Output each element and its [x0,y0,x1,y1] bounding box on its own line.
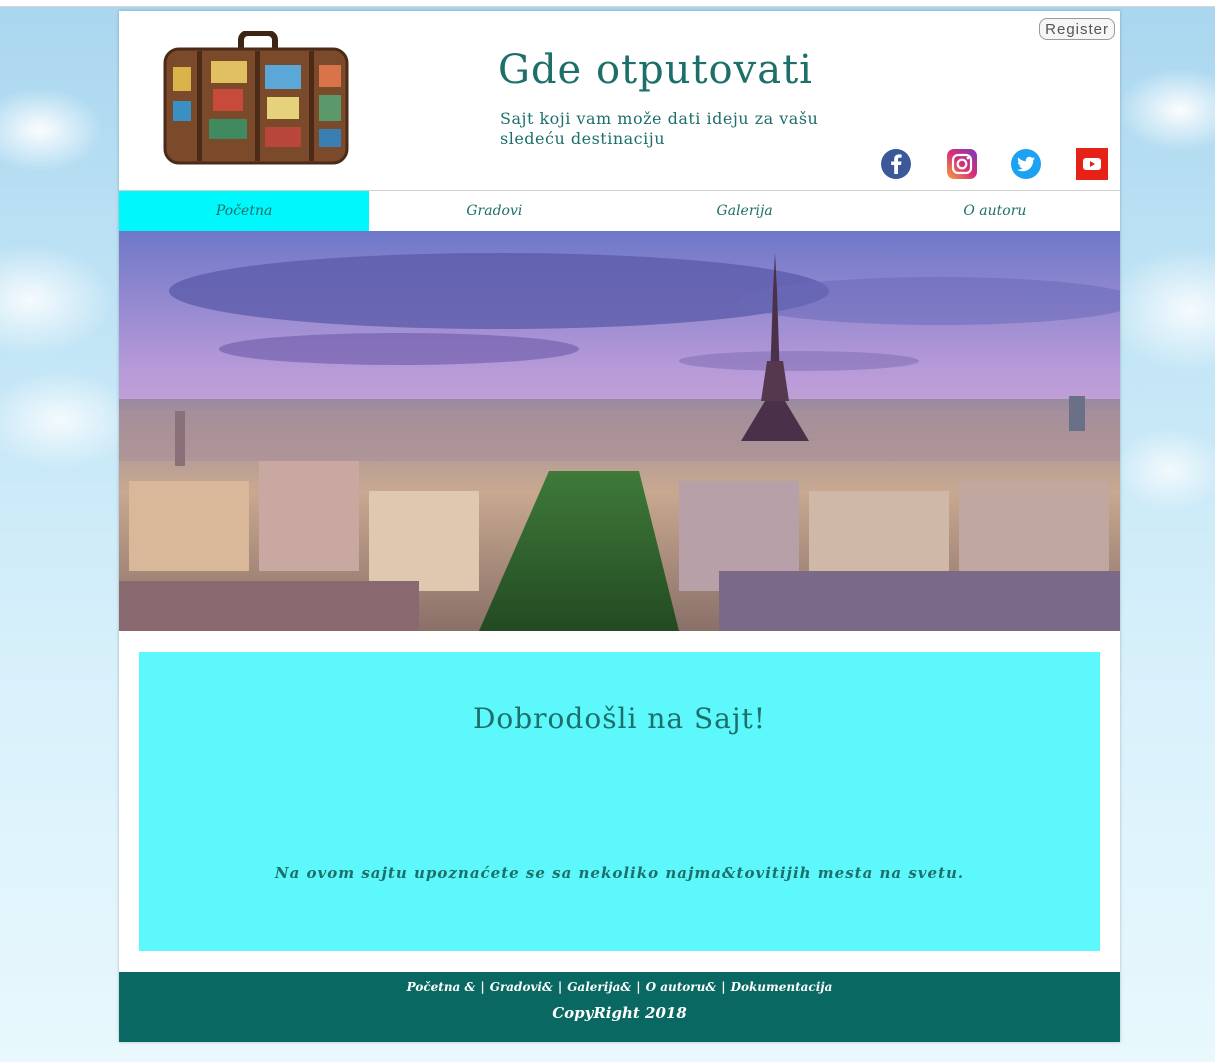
facebook-link[interactable] [879,147,913,181]
footer-links: Početna & | Gradovi& | Galerija& | O autoru& | D… [119,980,1120,994]
footer-link-dokumentacija[interactable]: Dokumentacija [731,980,833,994]
footer-separator: | [721,980,726,994]
instagram-link[interactable] [945,147,979,181]
site-title: Gde otputovati [498,47,813,93]
site-header: Register Gde otputovati Sajt koji vam mo… [119,11,1120,190]
welcome-box: Dobrodošli na Sajt! Na ovom sajtu upozna… [139,652,1100,951]
nav-item-pocetna[interactable]: Početna [119,191,370,232]
footer-link-o-autoru[interactable]: O autoru& [646,980,717,994]
instagram-icon [947,149,977,179]
register-button[interactable]: Register [1039,18,1115,40]
footer-separator: | [557,980,563,994]
welcome-text: Na ovom sajtu upoznaćete se sa nekoliko … [274,864,965,882]
main-nav: Početna Gradovi Galerija O autoru [119,190,1120,232]
facebook-icon [881,149,911,179]
welcome-title: Dobrodošli na Sajt! [472,702,767,735]
footer-link-pocetna[interactable]: Početna & [407,980,476,994]
youtube-link[interactable] [1075,147,1109,181]
footer-link-gradovi[interactable]: Gradovi& [490,980,553,994]
copyright-text: CopyRight 2018 [552,1004,687,1022]
twitter-icon [1011,149,1041,179]
twitter-link[interactable] [1009,147,1043,181]
browser-top-line [0,0,1215,7]
footer-link-galerija[interactable]: Galerija& [567,980,631,994]
youtube-icon [1076,148,1108,180]
nav-item-gradovi[interactable]: Gradovi [369,191,620,232]
footer-separator: | [636,980,641,994]
page-container: Register Gde otputovati Sajt koji vam mo… [119,11,1120,1042]
nav-item-galerija[interactable]: Galerija [619,191,870,232]
suitcase-logo [163,31,349,165]
site-footer: Početna & | Gradovi& | Galerija& | O autoru& | D… [119,972,1120,1042]
hero-image [119,231,1120,631]
nav-item-o-autoru[interactable]: O autoru [869,191,1120,232]
site-subtitle: Sajt koji vam može dati ideju za vašu sl… [500,109,819,148]
footer-separator: | [480,980,485,994]
